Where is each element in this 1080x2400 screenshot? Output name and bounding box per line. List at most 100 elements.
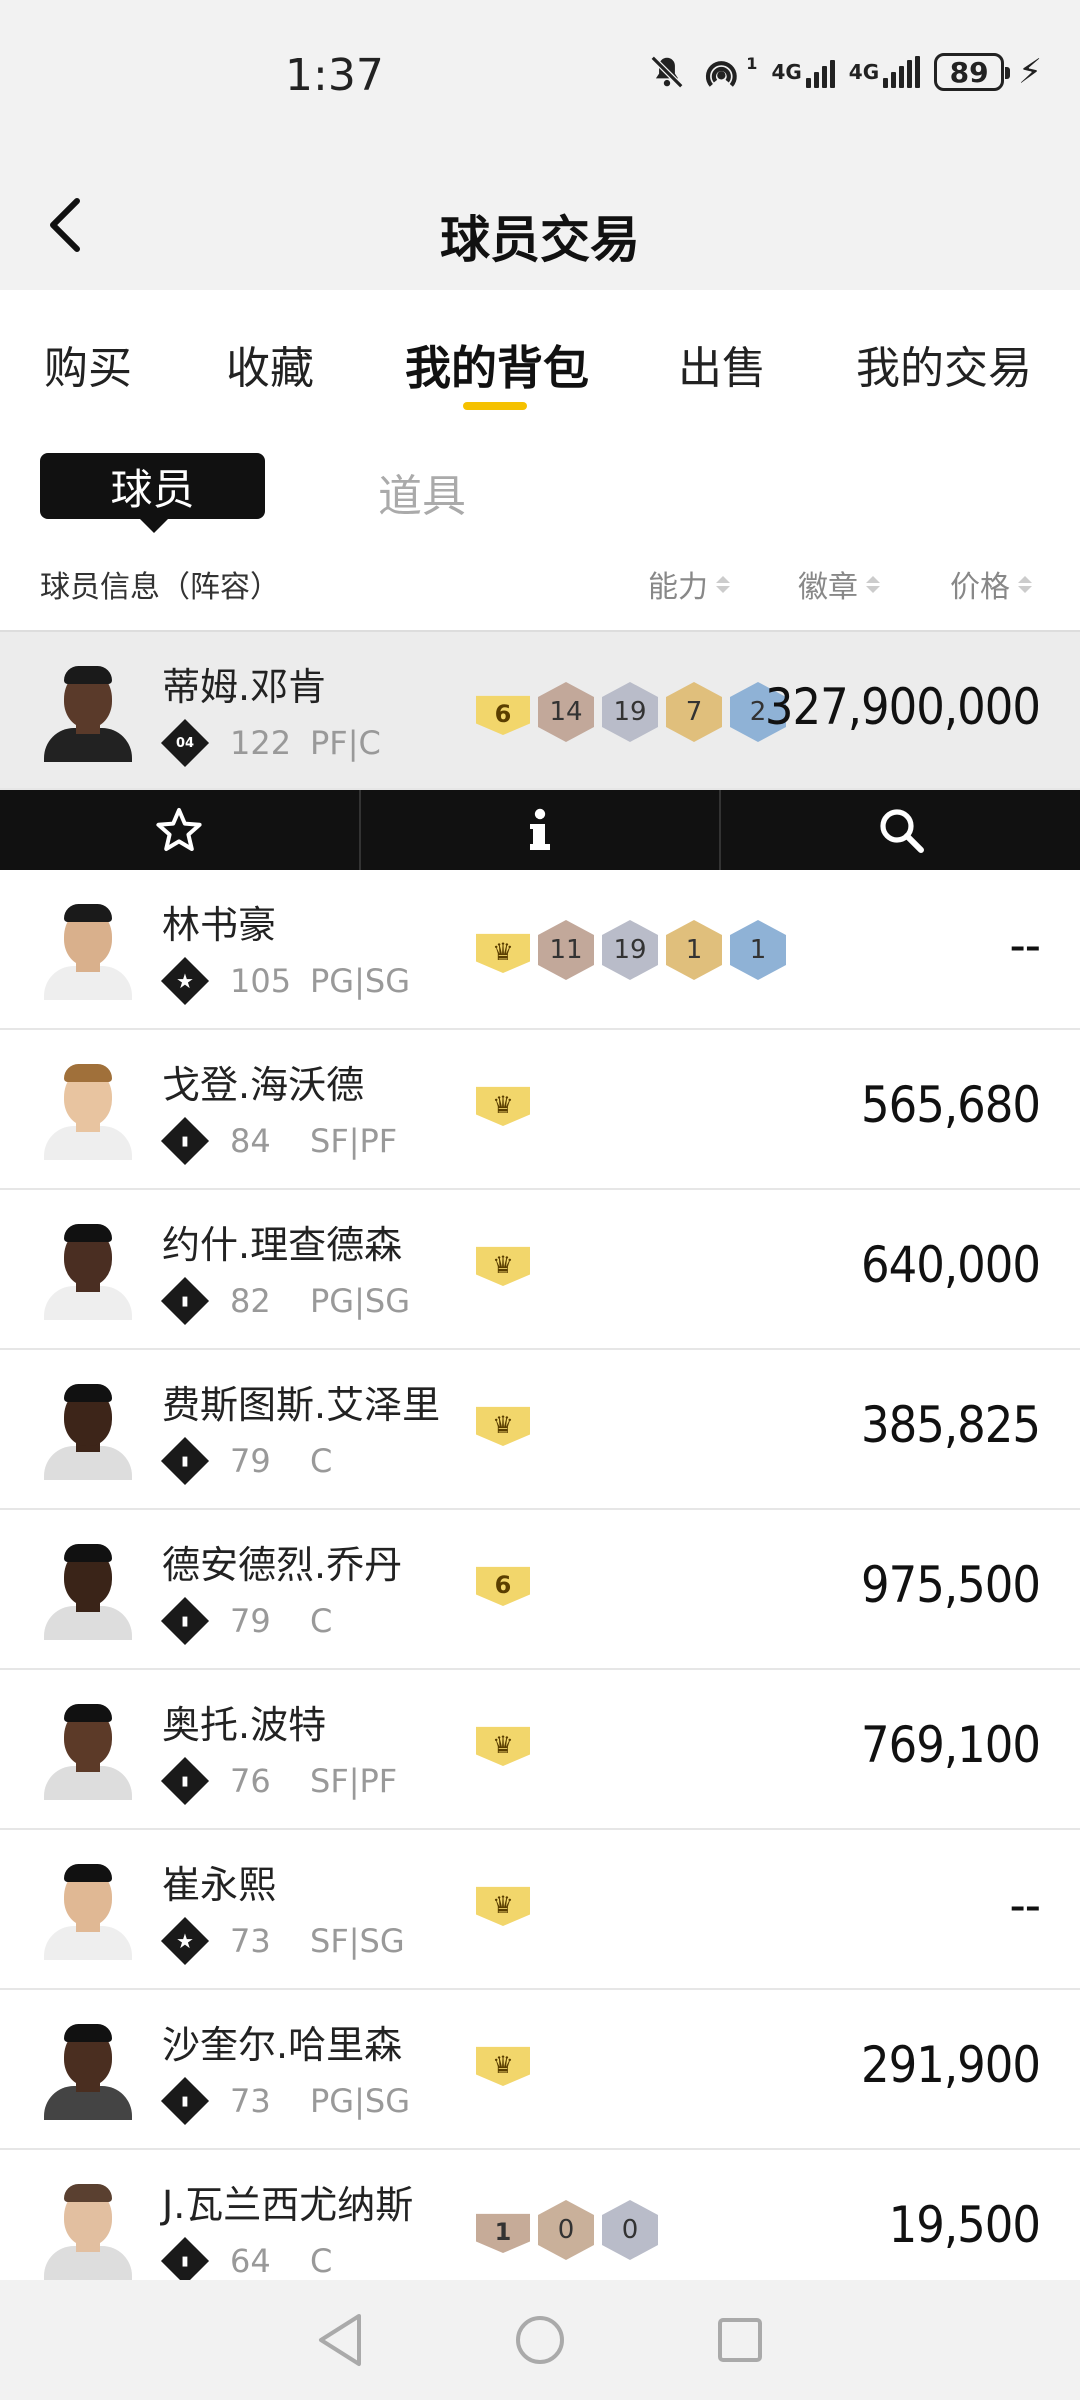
player-position: SF|SG	[310, 1922, 405, 1960]
player-avatar	[40, 1220, 136, 1320]
rank-diamond-icon: ▮	[160, 1756, 210, 1806]
player-ability: 73	[230, 1922, 271, 1960]
player-position: C	[310, 1442, 333, 1480]
player-price: 565,680	[861, 1076, 1041, 1134]
system-nav-bar	[0, 2280, 1080, 2400]
level-badge: 6	[476, 695, 530, 735]
rank-diamond-icon: ▮	[160, 1436, 210, 1486]
badge-hex: 0	[602, 2200, 658, 2260]
column-ability-label: 能力	[648, 570, 708, 605]
level-badge: ♛	[476, 1406, 530, 1446]
info-button[interactable]	[361, 790, 722, 870]
info-icon	[530, 808, 550, 850]
player-price: 19,500	[888, 2196, 1041, 2254]
tab-indicator	[463, 402, 527, 410]
player-ability: 76	[230, 1762, 271, 1800]
rank-label: ▮	[181, 2093, 189, 2109]
column-price[interactable]: 价格	[950, 562, 1032, 606]
player-row[interactable]: 蒂姆.邓肯 04 122 PF|C 6 14 19 7 2 327,900,000	[0, 630, 1080, 790]
player-row[interactable]: 林书豪 ★ 105 PG|SG ♛ 11 19 1 1 --	[0, 870, 1080, 1030]
player-position: SF|PF	[310, 1762, 398, 1800]
badges: 100	[476, 2200, 658, 2260]
triangle-back-icon	[319, 2314, 361, 2366]
column-badge-label: 徽章	[798, 570, 858, 605]
sort-icon	[1018, 575, 1032, 593]
player-row[interactable]: 费斯图斯.艾泽里 ▮ 79 C ♛ 385,825	[0, 1350, 1080, 1510]
player-price: 640,000	[861, 1236, 1041, 1294]
player-avatar	[40, 2020, 136, 2120]
subtab-players[interactable]: 球员	[40, 453, 265, 533]
row-action-bar	[0, 790, 1080, 870]
rank-label: 04	[175, 735, 195, 751]
badges: 6 14 19 7 2	[476, 682, 786, 742]
rank-diamond-icon: ▮	[160, 2236, 210, 2286]
level-badge: ♛	[476, 933, 530, 973]
player-price: 291,900	[861, 2036, 1041, 2094]
badges: ♛	[476, 1400, 530, 1446]
nav-back-button[interactable]	[310, 2310, 370, 2370]
hotspot-sup: 1	[746, 54, 758, 73]
nav-home-button[interactable]	[510, 2310, 570, 2370]
subtab-items[interactable]: 道具	[378, 460, 466, 524]
player-row[interactable]: 沙奎尔.哈里森 ▮ 73 PG|SG ♛ 291,900	[0, 1990, 1080, 2150]
player-row[interactable]: 戈登.海沃德 ▮ 84 SF|PF ♛ 565,680	[0, 1030, 1080, 1190]
tab-buy[interactable]: 购买	[44, 332, 132, 396]
favorite-button[interactable]	[0, 790, 361, 870]
player-meta: ▮ 79 C	[160, 1436, 333, 1486]
badge-hex: 19	[602, 920, 658, 980]
badge-hex: 19	[602, 682, 658, 742]
rank-label: ▮	[181, 2253, 189, 2269]
tab-favorites[interactable]: 收藏	[226, 332, 314, 396]
player-ability: 64	[230, 2242, 271, 2280]
badge-hex: 7	[666, 682, 722, 742]
badges: ♛	[476, 1880, 530, 1926]
player-name: 约什.理查德森	[162, 1223, 403, 1267]
page-title: 球员交易	[440, 211, 640, 269]
rank-label: ▮	[181, 1293, 189, 1309]
badge-hex: 14	[538, 682, 594, 742]
player-price: --	[1009, 916, 1042, 974]
player-avatar	[40, 1860, 136, 1960]
player-name: 崔永熙	[162, 1863, 277, 1907]
column-ability[interactable]: 能力	[648, 562, 730, 606]
player-name: 蒂姆.邓肯	[162, 665, 327, 709]
player-row[interactable]: 崔永熙 ★ 73 SF|SG ♛ --	[0, 1830, 1080, 1990]
circle-home-icon	[516, 2316, 564, 2364]
player-row[interactable]: 约什.理查德森 ▮ 82 PG|SG ♛ 640,000	[0, 1190, 1080, 1350]
player-meta: ▮ 76 SF|PF	[160, 1756, 398, 1806]
rank-diamond-icon: ▮	[160, 1596, 210, 1646]
player-row[interactable]: 德安德烈.乔丹 ▮ 79 C 6 975,500	[0, 1510, 1080, 1670]
player-list: 蒂姆.邓肯 04 122 PF|C 6 14 19 7 2 327,900,000	[0, 630, 1080, 2310]
nav-recents-button[interactable]	[710, 2310, 770, 2370]
column-badge[interactable]: 徽章	[798, 562, 880, 606]
search-button[interactable]	[721, 790, 1080, 870]
player-name: 德安德烈.乔丹	[162, 1543, 403, 1587]
badge-hex: 1	[730, 920, 786, 980]
status-bar: 1:37 1 4G 4G 89 ⚡	[0, 0, 1080, 160]
signal-icon-1: 4G	[771, 56, 835, 88]
tab-sell[interactable]: 出售	[678, 332, 766, 396]
badges: ♛ 11 19 1 1	[476, 920, 786, 980]
badge-hex: 11	[538, 920, 594, 980]
player-position: C	[310, 1602, 333, 1640]
player-row[interactable]: 奥托.波特 ▮ 76 SF|PF ♛ 769,100	[0, 1670, 1080, 1830]
player-position: PF|C	[310, 724, 381, 762]
mute-bell-icon	[648, 53, 686, 91]
player-ability: 79	[230, 1442, 271, 1480]
player-meta: ▮ 79 C	[160, 1596, 333, 1646]
tab-my-backpack[interactable]: 我的背包	[405, 332, 589, 398]
player-meta: ▮ 82 PG|SG	[160, 1276, 410, 1326]
player-ability: 82	[230, 1282, 271, 1320]
main-tabs: 购买 收藏 我的背包 出售 我的交易	[0, 290, 1080, 420]
player-avatar	[40, 900, 136, 1000]
signal-label-1: 4G	[771, 60, 802, 84]
rank-diamond-icon: ★	[160, 956, 210, 1006]
player-ability: 79	[230, 1602, 271, 1640]
tab-my-trades[interactable]: 我的交易	[856, 332, 1032, 396]
level-badge: ♛	[476, 1246, 530, 1286]
badges: ♛	[476, 1240, 530, 1286]
player-meta: ★ 105 PG|SG	[160, 956, 410, 1006]
player-price: 385,825	[861, 1396, 1041, 1454]
badges: ♛	[476, 1080, 530, 1126]
status-icons: 1 4G 4G 89 ⚡	[648, 52, 1042, 92]
